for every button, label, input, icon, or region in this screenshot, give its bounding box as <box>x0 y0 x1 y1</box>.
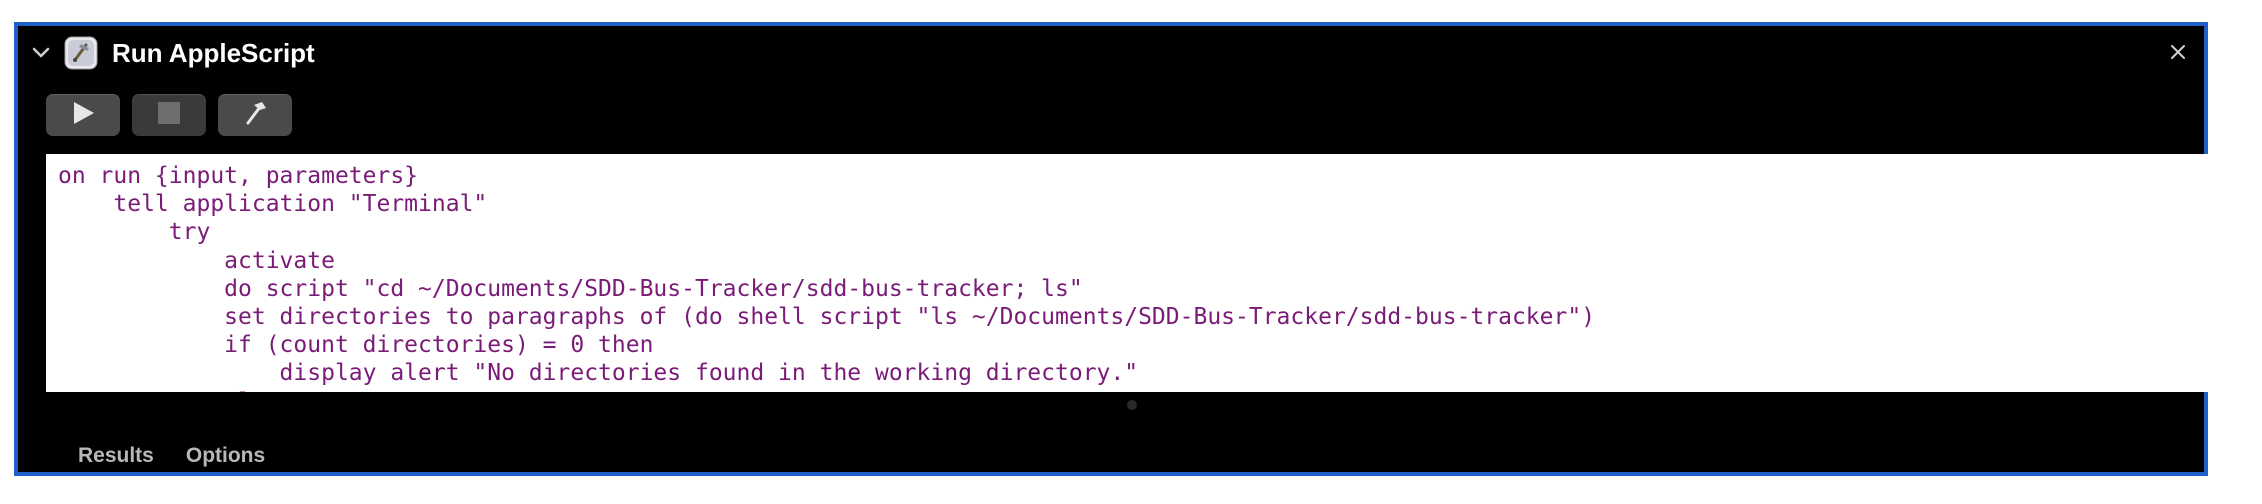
code-line: else <box>58 388 2218 392</box>
tab-options[interactable]: Options <box>186 444 265 468</box>
code-line: do script "cd ~/Documents/SDD-Bus-Tracke… <box>58 275 1083 302</box>
code-line: set directories to paragraphs of (do she… <box>58 304 1596 331</box>
stop-icon <box>156 100 182 131</box>
tab-results[interactable]: Results <box>78 444 154 468</box>
footer-tabs: Results Options <box>78 444 265 468</box>
script-code[interactable]: on run {input, parameters} tell applicat… <box>46 154 2218 392</box>
script-editor-icon <box>64 36 98 70</box>
play-icon <box>69 99 97 132</box>
run-applescript-action: Run AppleScript on run {input, parameter… <box>14 22 2218 476</box>
script-editor[interactable]: on run {input, parameters} tell applicat… <box>46 154 2218 392</box>
chevron-down-icon[interactable] <box>28 40 54 66</box>
action-title: Run AppleScript <box>112 38 315 68</box>
action-header: Run AppleScript <box>18 26 2204 84</box>
code-line: on run {input, parameters} <box>58 163 419 189</box>
code-line: if (count directories) = 0 then <box>58 332 654 359</box>
code-line: display alert "No directories found in t… <box>58 360 1139 387</box>
stop-button[interactable] <box>132 94 206 136</box>
script-toolbar <box>46 94 292 138</box>
compile-button[interactable] <box>218 94 292 136</box>
run-button[interactable] <box>46 94 120 136</box>
resize-handle[interactable] <box>1127 400 1137 410</box>
code-line: try <box>58 219 211 246</box>
hammer-icon <box>240 98 270 133</box>
close-icon[interactable] <box>2164 38 2192 66</box>
code-line: activate <box>58 247 335 274</box>
code-line: tell application "Terminal" <box>58 191 488 218</box>
